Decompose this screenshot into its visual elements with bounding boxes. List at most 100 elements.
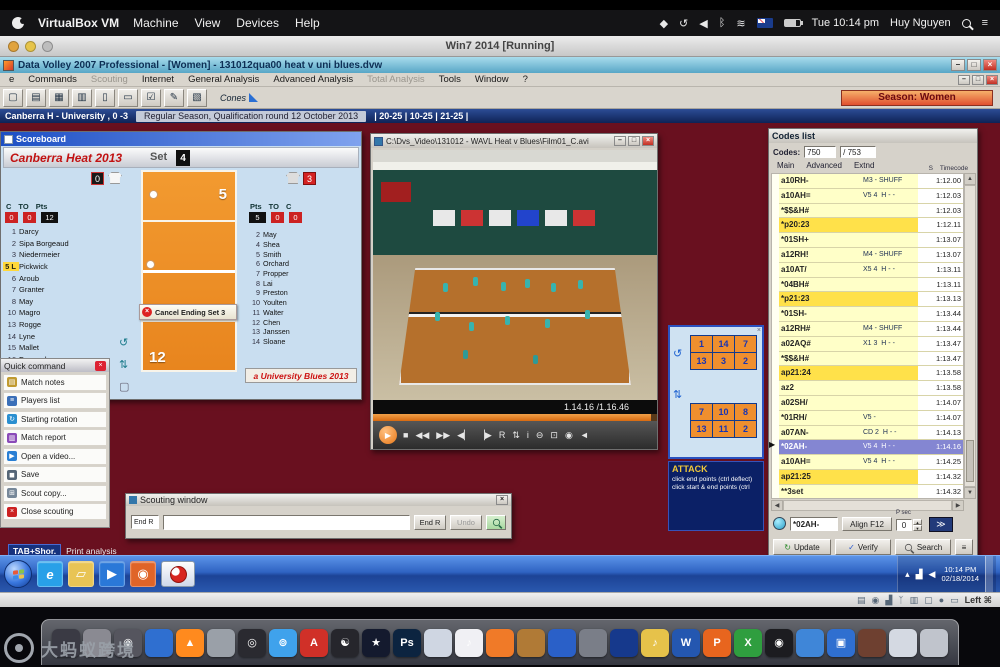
code-row[interactable]: *01RH/ V5 - 1:14.07 [779, 411, 963, 426]
dock-record[interactable]: ◉ [765, 629, 793, 657]
app-menu-item[interactable]: Commands [21, 74, 84, 85]
dock-trash[interactable] [920, 629, 948, 657]
dock-finder[interactable] [424, 629, 452, 657]
rotate-home-icon[interactable]: ↺ [119, 336, 128, 349]
rotation-cell[interactable]: 13 [691, 353, 712, 369]
usb-icon[interactable]: ᛉ [898, 595, 903, 606]
apple-icon[interactable] [12, 17, 24, 29]
video-titlebar[interactable]: C:\Dvs_Video\131012 - WAVL Heat v Blues\… [371, 134, 657, 148]
code-row[interactable]: *04BH# 1:13.11 [779, 278, 963, 293]
taskbar-datavolley-button[interactable] [161, 561, 195, 587]
rewind-fast-button[interactable]: ◀◀ [415, 430, 429, 441]
open-video-item[interactable]: ▶ Open a video... [3, 448, 107, 465]
code-row[interactable]: **3set 1:14.32 [779, 485, 963, 499]
code-row[interactable]: a12RH! M4 - SHUFF 1:13.07 [779, 248, 963, 263]
dock-tv[interactable] [858, 629, 886, 657]
code-status-icon[interactable] [773, 517, 786, 530]
step-back-button[interactable]: ◀▏ [457, 430, 471, 441]
document-icon[interactable]: ▯ [95, 89, 115, 107]
Lai[interactable]: 8 Lai [247, 278, 309, 288]
dock-cube[interactable] [548, 629, 576, 657]
away-points-value[interactable]: 5 [249, 212, 266, 223]
app-menu-item[interactable]: General Analysis [181, 74, 266, 85]
dock-amphora[interactable] [517, 629, 545, 657]
code-row[interactable]: a10AT/ X5 4 H - - 1:13.11 [779, 263, 963, 278]
dock-word[interactable]: W [672, 629, 700, 657]
tray-clock[interactable]: 10:14 PM 02/18/2014 [941, 565, 979, 583]
p-sec-spinner[interactable]: 0 [896, 519, 912, 531]
app-titlebar[interactable]: Data Volley 2007 Professional - [Women] … [0, 57, 1000, 73]
undo-button[interactable]: Undo [450, 515, 482, 530]
vertical-scrollbar[interactable] [964, 185, 976, 487]
Sipa Borgeaud[interactable]: 2 Sipa Borgeaud [3, 238, 119, 250]
rotation-cell[interactable]: 11 [713, 421, 734, 437]
Darcy[interactable]: 1 Darcy [3, 226, 119, 238]
dock-document[interactable] [796, 629, 824, 657]
taskbar-player[interactable]: ◉ [130, 561, 156, 587]
code-row[interactable]: a02AQ# X1 3 H - - 1:13.47 [779, 337, 963, 352]
rotation-grid-top[interactable]: 1 14 7 13 3 2 [690, 335, 757, 370]
dock-vlc[interactable]: ▲ [176, 629, 204, 657]
new-icon[interactable]: ▢ [3, 89, 23, 107]
menubar-menu-item[interactable]: Devices [236, 16, 279, 30]
code-row[interactable]: *01SH+ 1:13.07 [779, 233, 963, 248]
menubar-user[interactable]: Huy Nguyen [890, 17, 951, 29]
video-maximize-button[interactable]: □ [628, 136, 640, 146]
fullscreen-button[interactable]: ⊡ [550, 430, 558, 441]
Shea[interactable]: 4 Shea [247, 240, 309, 250]
tray-volume-icon[interactable]: ◀ [929, 569, 936, 580]
scout-input[interactable] [163, 515, 410, 530]
taskbar-ie[interactable]: e [37, 561, 63, 587]
volume-button[interactable]: ◄ [580, 430, 589, 440]
close-scouting-item[interactable]: × Close scouting [3, 503, 107, 520]
video-close-button[interactable]: × [642, 136, 654, 146]
update-button[interactable]: ↻ Update [773, 539, 831, 555]
mouse-icon[interactable]: ▭ [950, 595, 959, 606]
cd-icon[interactable]: ◉ [871, 595, 879, 606]
app-menu-item[interactable]: ? [516, 74, 535, 85]
dock-reader[interactable]: A [300, 629, 328, 657]
info-button[interactable]: i [527, 430, 529, 440]
rotation-cell[interactable]: 3 [713, 353, 734, 369]
app-menu-item[interactable]: Scouting [84, 74, 135, 85]
stop-button[interactable]: ■ [403, 430, 408, 440]
cones-button[interactable]: Cones [220, 93, 258, 103]
rotation-close-icon[interactable]: × [757, 327, 761, 334]
start-button[interactable] [4, 560, 32, 588]
edit-icon[interactable]: ✎ [164, 89, 184, 107]
child-close-button[interactable]: × [986, 75, 998, 85]
bluetooth-icon[interactable]: ᛒ [719, 17, 726, 30]
scout-copy-item[interactable]: ⊞ Scout copy... [3, 485, 107, 502]
dock-photoshop[interactable]: Ps [393, 629, 421, 657]
hdd-icon[interactable]: ▤ [857, 595, 866, 606]
jump-button[interactable]: ⇅ [512, 430, 520, 441]
quick-command-titlebar[interactable]: Quick command × [1, 359, 109, 372]
Niedermeier[interactable]: 3 Niedermeier [3, 249, 119, 261]
code-row[interactable]: *p20:23 1:12.11 [779, 218, 963, 233]
replay-button[interactable]: R [499, 430, 506, 440]
scouting-close-button[interactable]: × [496, 495, 508, 505]
record-icon[interactable]: ● [939, 595, 944, 606]
rotate-icon[interactable]: ↺ [673, 347, 682, 360]
scout-search-button[interactable] [486, 515, 506, 530]
Preston[interactable]: 9 Preston [247, 288, 309, 298]
rotation-cell[interactable]: 14 [713, 336, 734, 352]
dock-safari[interactable]: ⊚ [269, 629, 297, 657]
wifi-icon[interactable]: ≋ [736, 17, 745, 30]
menubar-menu-item[interactable]: Machine [133, 16, 178, 30]
check-icon[interactable]: ☑ [141, 89, 161, 107]
dock-excel[interactable]: X [734, 629, 762, 657]
maximize-button[interactable]: □ [967, 59, 981, 71]
scroll-up-button[interactable]: ▲ [964, 173, 976, 185]
court-diagram[interactable]: 5 12 [141, 170, 237, 372]
child-restore-button[interactable]: □ [972, 75, 984, 85]
app-menu-item[interactable]: Window [468, 74, 516, 85]
codes-titlebar[interactable]: Codes list [769, 129, 977, 143]
app-menu-item[interactable]: Internet [135, 74, 181, 85]
menubar-app-name[interactable]: VirtualBox VM [38, 16, 119, 30]
end-rally-button[interactable]: End R [414, 515, 446, 530]
shared-folder-icon[interactable]: ▥ [910, 595, 919, 606]
skip-button[interactable]: ≫ [929, 517, 953, 532]
hidden-icons-arrow[interactable]: ▴ [905, 569, 910, 580]
away-timeouts-value[interactable]: 0 [271, 212, 284, 223]
